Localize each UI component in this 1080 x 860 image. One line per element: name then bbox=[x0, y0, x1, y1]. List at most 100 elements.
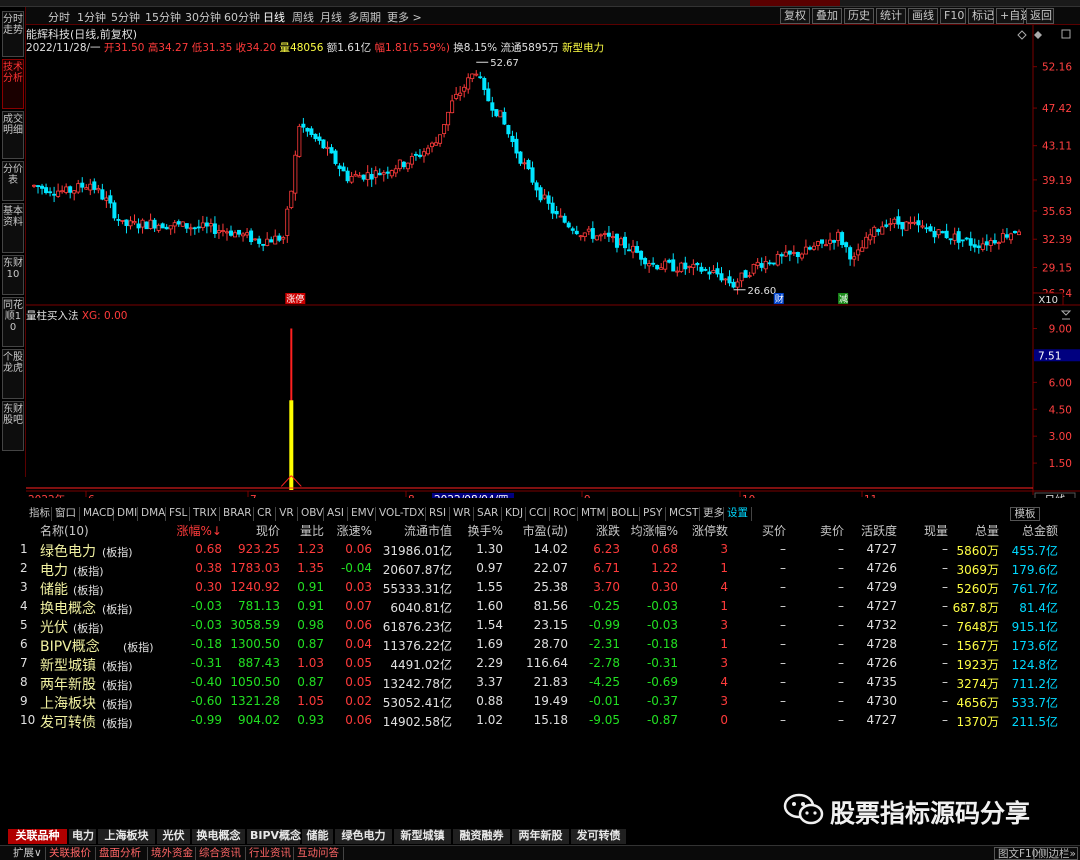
indicator-tab-16[interactable]: SAR bbox=[474, 507, 502, 521]
column-header-ud[interactable]: 涨跌 bbox=[596, 522, 620, 540]
column-header-price[interactable]: 现价 bbox=[256, 522, 280, 540]
side-tab-6[interactable]: 同花顺10 bbox=[2, 297, 24, 347]
side-tab-0[interactable]: 分时走势 bbox=[2, 11, 24, 57]
kline-chart-svg[interactable]: 52.1647.4243.1139.1935.6332.3929.1526.24… bbox=[26, 25, 1080, 498]
table-row[interactable]: 6 BIPV概念 (板指) -0.18 1300.50 0.87 0.04 11376.22亿… bbox=[8, 636, 1074, 655]
indicator-tab-6[interactable]: TRIX bbox=[190, 507, 220, 521]
bottom-tab-11[interactable]: 发可转债 bbox=[571, 829, 627, 844]
status-right-0[interactable]: 图文F10 bbox=[994, 847, 1038, 860]
side-tab-2[interactable]: 成交明细 bbox=[2, 111, 24, 159]
bottom-tab-9[interactable]: 融资融券 bbox=[453, 829, 511, 844]
quote-concept[interactable]: 新型电力 bbox=[562, 42, 604, 54]
status-item-2[interactable]: 盘面分析 bbox=[96, 847, 148, 860]
indicator-tab-18[interactable]: CCI bbox=[526, 507, 550, 521]
status-item-4[interactable]: 综合资讯 bbox=[196, 847, 246, 860]
sector-name[interactable]: BIPV概念 bbox=[40, 636, 100, 656]
column-header-ask[interactable]: 卖价 bbox=[820, 522, 844, 540]
bottom-tab-7[interactable]: 绿色电力 bbox=[335, 829, 393, 844]
status-item-6[interactable]: 互动问答 bbox=[294, 847, 344, 860]
toolbar-button-6[interactable]: 标记 bbox=[968, 8, 994, 24]
period-tab-8[interactable]: 月线 bbox=[320, 9, 342, 25]
sector-name[interactable]: 电力 bbox=[40, 560, 68, 580]
period-tab-7[interactable]: 周线 bbox=[292, 9, 314, 25]
bottom-tab-10[interactable]: 两年新股 bbox=[512, 829, 570, 844]
indicator-tab-22[interactable]: PSY bbox=[640, 507, 666, 521]
bottom-tab-8[interactable]: 新型城镇 bbox=[394, 829, 452, 844]
period-tab-5[interactable]: 60分钟 bbox=[224, 9, 260, 25]
bottom-tab-2[interactable]: 上海板块 bbox=[98, 829, 156, 844]
column-header-bid[interactable]: 买价 bbox=[762, 522, 786, 540]
indicator-tab-20[interactable]: MTM bbox=[578, 507, 608, 521]
side-tab-3[interactable]: 分价表 bbox=[2, 161, 24, 201]
toolbar-button-8[interactable]: 返回 bbox=[1026, 8, 1054, 24]
toolbar-button-7[interactable]: +自选 bbox=[996, 8, 1031, 24]
indicator-tab-8[interactable]: CR bbox=[254, 507, 276, 521]
period-tab-0[interactable]: 分时 bbox=[48, 9, 70, 25]
table-row[interactable]: 9 上海板块 (板指) -0.60 1321.28 1.05 0.02 53052.41亿 0.… bbox=[8, 693, 1074, 712]
table-row[interactable]: 8 两年新股 (板指) -0.40 1050.50 0.87 0.05 13242.78亿 3.… bbox=[8, 674, 1074, 693]
table-row[interactable]: 5 光伏 (板指) -0.03 3058.59 0.98 0.06 61876.23亿 1.54… bbox=[8, 617, 1074, 636]
sector-name[interactable]: 换电概念 bbox=[40, 598, 96, 618]
column-header-chg[interactable]: 涨幅%↓ bbox=[177, 522, 222, 540]
column-header-act[interactable]: 活跃度 bbox=[861, 522, 897, 540]
indicator-tab-12[interactable]: EMV bbox=[348, 507, 376, 521]
column-header-pe[interactable]: 市盈(动) bbox=[523, 522, 568, 540]
side-tab-1[interactable]: 技术分析 bbox=[2, 59, 24, 109]
toolbar-button-1[interactable]: 叠加 bbox=[812, 8, 842, 24]
toolbar-button-5[interactable]: F10 bbox=[940, 8, 966, 24]
sub-indicator-name[interactable]: 量柱买入法 bbox=[26, 310, 79, 322]
column-header-lim[interactable]: 涨停数 bbox=[692, 522, 728, 540]
status-right-1[interactable]: 侧边栏» bbox=[1034, 847, 1078, 860]
column-header-vr[interactable]: 量比 bbox=[300, 522, 324, 540]
table-row[interactable]: 1 绿色电力 (板指) 0.68 923.25 1.23 0.06 31986.01亿 1.30… bbox=[8, 541, 1074, 560]
status-item-1[interactable]: 关联报价 bbox=[46, 847, 96, 860]
indicator-tab-19[interactable]: ROC bbox=[550, 507, 578, 521]
bottom-tab-6[interactable]: 储能 bbox=[302, 829, 334, 844]
sector-name[interactable]: 储能 bbox=[40, 579, 68, 599]
sector-name[interactable]: 两年新股 bbox=[40, 674, 96, 694]
bottom-tab-3[interactable]: 光伏 bbox=[157, 829, 191, 844]
indicator-tab-0[interactable]: 指标 bbox=[26, 507, 52, 521]
bottom-tab-1[interactable]: 电力 bbox=[69, 829, 97, 844]
column-header-amt[interactable]: 总金额 bbox=[1022, 522, 1058, 540]
kline-chart-area[interactable]: 52.1647.4243.1139.1935.6332.3929.1526.24… bbox=[26, 25, 1080, 498]
indicator-tab-21[interactable]: BOLL bbox=[608, 507, 640, 521]
side-tab-5[interactable]: 东财10 bbox=[2, 255, 24, 295]
bottom-tab-0[interactable]: 关联品种 bbox=[8, 829, 68, 844]
bottom-tab-5[interactable]: BIPV概念 bbox=[247, 829, 301, 844]
column-header-cur[interactable]: 现量 bbox=[924, 522, 948, 540]
indicator-tab-25[interactable]: 设置 bbox=[724, 507, 752, 521]
table-row[interactable]: 10 发可转债 (板指) -0.99 904.02 0.93 0.06 14902.58亿 1.… bbox=[8, 712, 1074, 731]
indicator-tab-13[interactable]: VOL-TDX bbox=[376, 507, 426, 521]
indicator-tab-24[interactable]: 更多 bbox=[700, 507, 724, 521]
table-row[interactable]: 2 电力 (板指) 0.38 1783.03 1.35 -0.04 20607.87亿 0.97… bbox=[8, 560, 1074, 579]
side-tab-4[interactable]: 基本资料 bbox=[2, 203, 24, 253]
indicator-tab-10[interactable]: OBV bbox=[298, 507, 324, 521]
table-row[interactable]: 3 储能 (板指) 0.30 1240.92 0.91 0.03 55333.31亿 1.55 2… bbox=[8, 579, 1074, 598]
sector-name[interactable]: 上海板块 bbox=[40, 693, 96, 713]
period-tab-1[interactable]: 1分钟 bbox=[77, 9, 106, 25]
column-header-to[interactable]: 换手% bbox=[468, 522, 503, 540]
indicator-tab-26[interactable]: 模板 bbox=[1010, 507, 1040, 521]
table-row[interactable]: 4 换电概念 (板指) -0.03 781.13 0.91 0.07 6040.81亿 1.60… bbox=[8, 598, 1074, 617]
indicator-tab-9[interactable]: VR bbox=[276, 507, 298, 521]
table-row[interactable]: 7 新型城镇 (板指) -0.31 887.43 1.03 0.05 4491.02亿 2.29… bbox=[8, 655, 1074, 674]
toolbar-button-3[interactable]: 统计 bbox=[876, 8, 906, 24]
indicator-tab-4[interactable]: DMA bbox=[138, 507, 166, 521]
indicator-tab-2[interactable]: MACD bbox=[80, 507, 114, 521]
indicator-tab-3[interactable]: DMI bbox=[114, 507, 138, 521]
indicator-tab-5[interactable]: FSL bbox=[166, 507, 190, 521]
indicator-tab-7[interactable]: BRAR bbox=[220, 507, 254, 521]
period-tab-3[interactable]: 15分钟 bbox=[145, 9, 181, 25]
indicator-tab-11[interactable]: ASI bbox=[324, 507, 348, 521]
status-item-3[interactable]: 境外资金 bbox=[148, 847, 196, 860]
sector-name[interactable]: 新型城镇 bbox=[40, 655, 96, 675]
toolbar-button-2[interactable]: 历史 bbox=[844, 8, 874, 24]
status-item-0[interactable]: 扩展∨ bbox=[10, 847, 46, 860]
column-header-avg[interactable]: 均涨幅% bbox=[631, 522, 678, 540]
toolbar-button-0[interactable]: 复权 bbox=[780, 8, 810, 24]
side-tab-7[interactable]: 个股龙虎 bbox=[2, 349, 24, 399]
sector-name[interactable]: 发可转债 bbox=[40, 712, 96, 732]
indicator-tab-15[interactable]: WR bbox=[450, 507, 474, 521]
side-tab-8[interactable]: 东财股吧 bbox=[2, 401, 24, 451]
